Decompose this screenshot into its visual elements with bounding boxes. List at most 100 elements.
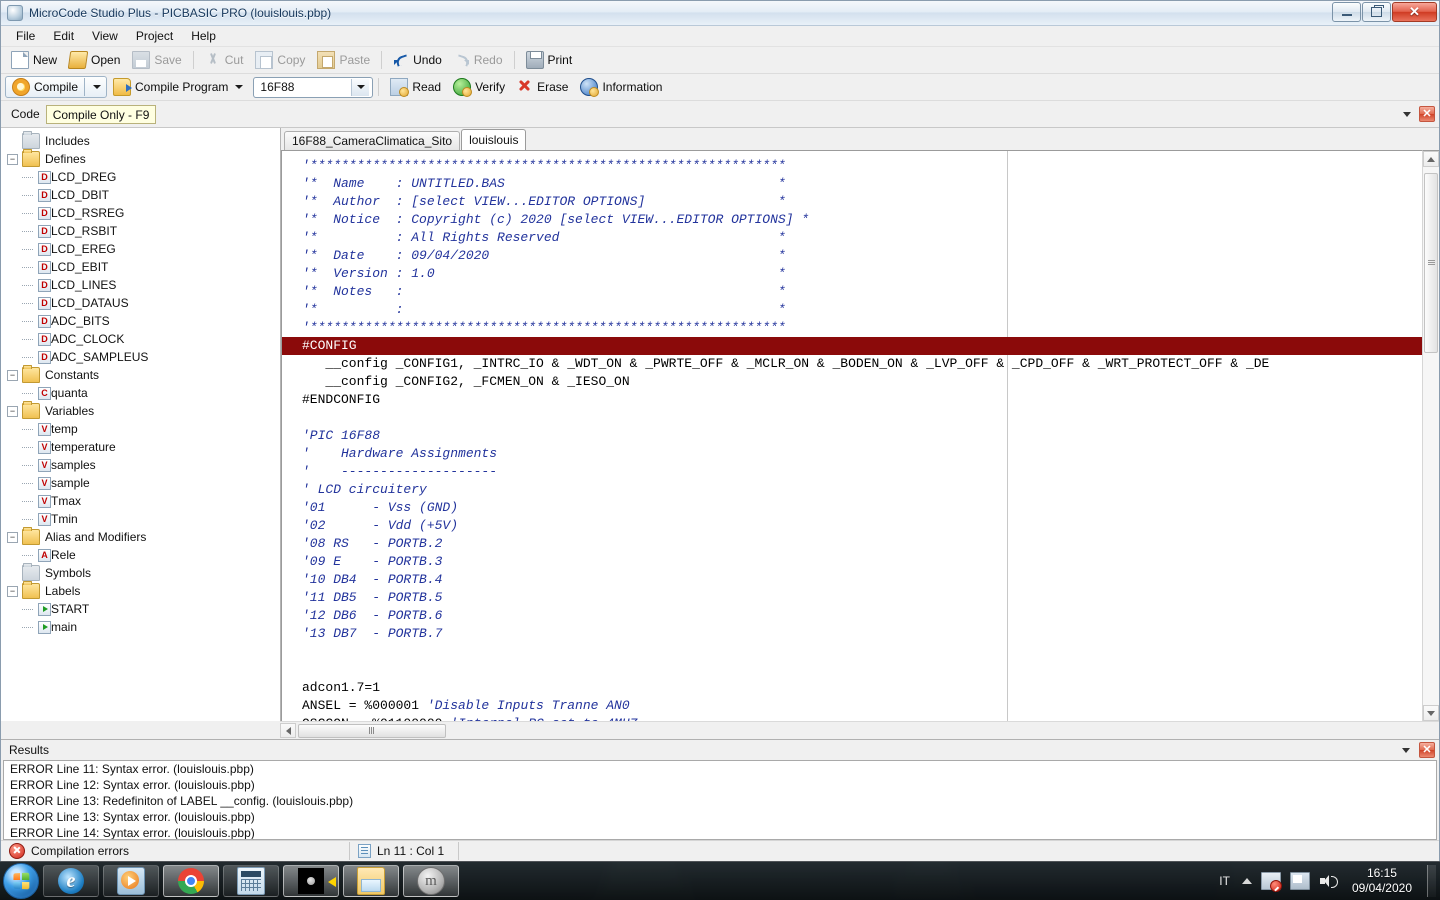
results-row[interactable]: ERROR Line 13: Redefiniton of LABEL __co…	[4, 793, 1436, 809]
code-line[interactable]: __config _CONFIG2, _FCMEN_ON & _IESO_ON	[302, 373, 1422, 391]
tree-item-lcd-rsreg[interactable]: DLCD_RSREG	[7, 204, 280, 222]
device-select[interactable]: 16F88	[253, 77, 373, 98]
code-line[interactable]: '* Notice : Copyright (c) 2020 [select V…	[302, 211, 1422, 229]
code-line[interactable]: '* Date : 09/04/2020 *	[302, 247, 1422, 265]
chevron-down-icon[interactable]	[1402, 748, 1410, 753]
code-lines[interactable]: '***************************************…	[282, 151, 1422, 721]
paste-button[interactable]: Paste	[311, 49, 376, 71]
code-line[interactable]: OSCCON = %01100000 'Internal RC set to 4…	[302, 715, 1422, 721]
code-line[interactable]: __config _CONFIG1, _INTRC_IO & _WDT_ON &…	[302, 355, 1422, 373]
tree-item-rele[interactable]: ARele	[7, 546, 280, 564]
code-line[interactable]: '13 DB7 - PORTB.7	[302, 625, 1422, 643]
menu-file[interactable]: File	[7, 27, 44, 45]
code-line[interactable]: ' Hardware Assignments	[302, 445, 1422, 463]
windows-start-orb-icon[interactable]	[3, 863, 39, 899]
tree-item-lcd-dreg[interactable]: DLCD_DREG	[7, 168, 280, 186]
compile-program-button[interactable]: Compile Program	[107, 76, 249, 98]
compile-button[interactable]: Compile	[6, 76, 84, 98]
save-button[interactable]: Save	[126, 49, 187, 71]
taskbar-windows-media-player[interactable]	[103, 865, 159, 897]
tray-clock[interactable]: 16:15 09/04/2020	[1346, 866, 1418, 896]
tree-item-symbols[interactable]: Symbols	[7, 564, 280, 582]
code-line[interactable]: '08 RS - PORTB.2	[302, 535, 1422, 553]
tree-item-includes[interactable]: Includes	[7, 132, 280, 150]
tree-item-temp[interactable]: Vtemp	[7, 420, 280, 438]
vertical-scroll-track[interactable]	[1423, 167, 1439, 705]
code-line[interactable]: '* Author : [select VIEW...EDITOR OPTION…	[302, 193, 1422, 211]
tree-item-main[interactable]: main	[7, 618, 280, 636]
speaker-icon[interactable]	[1319, 873, 1337, 889]
menu-help[interactable]: Help	[182, 27, 225, 45]
code-line[interactable]: '* Notes : *	[302, 283, 1422, 301]
collapse-toggle-icon[interactable]: −	[7, 532, 18, 543]
tree-item-labels[interactable]: −Labels	[7, 582, 280, 600]
tree-item-lcd-ebit[interactable]: DLCD_EBIT	[7, 258, 280, 276]
tree-item-quanta[interactable]: Cquanta	[7, 384, 280, 402]
tree-item-lcd-rsbit[interactable]: DLCD_RSBIT	[7, 222, 280, 240]
taskbar-calculator[interactable]	[223, 865, 279, 897]
code-line[interactable]: ' --------------------	[302, 463, 1422, 481]
results-row[interactable]: ERROR Line 13: Syntax error. (louislouis…	[4, 809, 1436, 825]
editor-tab-camera-climatica[interactable]: 16F88_CameraClimatica_Sito	[284, 131, 460, 150]
taskbar-windows-explorer[interactable]	[343, 865, 399, 897]
menu-edit[interactable]: Edit	[44, 27, 83, 45]
vertical-scroll-thumb[interactable]	[1424, 173, 1438, 353]
tree-item-lcd-dataus[interactable]: DLCD_DATAUS	[7, 294, 280, 312]
close-code-panel-button[interactable]: ✕	[1419, 106, 1435, 122]
tree-item-adc-bits[interactable]: DADC_BITS	[7, 312, 280, 330]
show-desktop-button[interactable]	[1427, 865, 1436, 897]
taskbar-internet-explorer[interactable]	[43, 865, 99, 897]
tree-item-start[interactable]: START	[7, 600, 280, 618]
code-line[interactable]: '12 DB6 - PORTB.6	[302, 607, 1422, 625]
close-results-button[interactable]: ✕	[1419, 742, 1435, 758]
tree-item-sample[interactable]: Vsample	[7, 474, 280, 492]
tree-item-lcd-lines[interactable]: DLCD_LINES	[7, 276, 280, 294]
code-line[interactable]: ANSEL = %000001 'Disable Inputs Tranne A…	[302, 697, 1422, 715]
code-line[interactable]: '* : All Rights Reserved *	[302, 229, 1422, 247]
cut-button[interactable]: Cut	[199, 49, 250, 71]
undo-button[interactable]: Undo	[387, 49, 448, 71]
code-line[interactable]: '***************************************…	[302, 319, 1422, 337]
code-line[interactable]: '02 - Vdd (+5V)	[302, 517, 1422, 535]
editor-horizontal-scrollbar[interactable]	[280, 721, 1439, 739]
tree-item-lcd-ereg[interactable]: DLCD_EREG	[7, 240, 280, 258]
taskbar-google-chrome[interactable]	[163, 865, 219, 897]
copy-button[interactable]: Copy	[249, 49, 311, 71]
tree-item-variables[interactable]: −Variables	[7, 402, 280, 420]
code-line[interactable]: '* Version : 1.0 *	[302, 265, 1422, 283]
code-line[interactable]: '* : *	[302, 301, 1422, 319]
results-row[interactable]: ERROR Line 14: Syntax error. (louislouis…	[4, 825, 1436, 840]
code-line[interactable]: ' LCD circuitery	[302, 481, 1422, 499]
results-row[interactable]: ERROR Line 11: Syntax error. (louislouis…	[4, 761, 1436, 777]
code-explorer-tree[interactable]: Includes−DefinesDLCD_DREGDLCD_DBITDLCD_R…	[1, 128, 281, 721]
code-line[interactable]: '***************************************…	[302, 157, 1422, 175]
restore-button[interactable]	[1362, 2, 1391, 22]
code-line[interactable]	[302, 643, 1422, 661]
code-line[interactable]: '09 E - PORTB.3	[302, 553, 1422, 571]
chevron-down-icon[interactable]	[1403, 112, 1411, 117]
print-button[interactable]: Print	[520, 49, 579, 71]
horizontal-scroll-thumb[interactable]	[298, 724, 446, 738]
menu-view[interactable]: View	[83, 27, 127, 45]
close-button[interactable]: ✕	[1392, 2, 1437, 22]
code-line[interactable]	[302, 661, 1422, 679]
taskbar-mikroe[interactable]	[403, 865, 459, 897]
scroll-up-button[interactable]	[1423, 151, 1439, 167]
code-line[interactable]: '* Name : UNTITLED.BAS *	[302, 175, 1422, 193]
tree-item-temperature[interactable]: Vtemperature	[7, 438, 280, 456]
tree-item-alias-and-modifiers[interactable]: −Alias and Modifiers	[7, 528, 280, 546]
new-button[interactable]: New	[5, 49, 63, 71]
menu-project[interactable]: Project	[127, 27, 182, 45]
monitor-icon[interactable]	[1290, 872, 1310, 890]
editor-tab-louislouis[interactable]: louislouis	[461, 129, 526, 150]
code-line[interactable]	[302, 409, 1422, 427]
read-button[interactable]: Read	[384, 76, 447, 98]
code-line[interactable]: '10 DB4 - PORTB.4	[302, 571, 1422, 589]
open-button[interactable]: Open	[63, 49, 126, 71]
tree-item-adc-clock[interactable]: DADC_CLOCK	[7, 330, 280, 348]
results-list[interactable]: ERROR Line 11: Syntax error. (louislouis…	[3, 760, 1437, 840]
minimize-button[interactable]	[1332, 2, 1361, 22]
collapse-toggle-icon[interactable]: −	[7, 586, 18, 597]
redo-button[interactable]: Redo	[448, 49, 509, 71]
scroll-left-button[interactable]	[280, 723, 296, 738]
